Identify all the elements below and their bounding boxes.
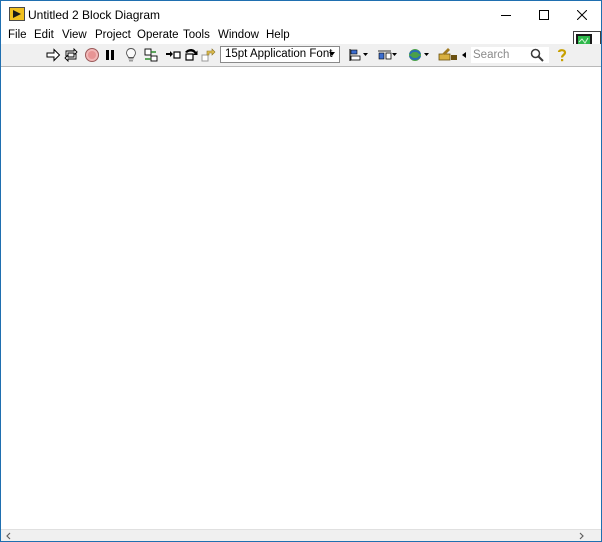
chevron-left-icon[interactable]: [460, 47, 468, 63]
menu-view[interactable]: View: [62, 29, 87, 41]
toolbar: 15pt Application Font: [1, 44, 601, 67]
labview-app-icon: [9, 7, 25, 21]
search-input[interactable]: [471, 47, 535, 63]
menu-edit[interactable]: Edit: [34, 29, 54, 41]
horizontal-scrollbar[interactable]: [1, 529, 601, 541]
menu-operate[interactable]: Operate: [137, 29, 179, 41]
close-icon: [577, 9, 587, 20]
minimize-button[interactable]: [487, 1, 525, 28]
align-objects-icon[interactable]: [348, 47, 370, 63]
menu-help[interactable]: Help: [266, 29, 290, 41]
scroll-left-icon[interactable]: [4, 532, 14, 540]
menu-file[interactable]: File: [8, 29, 27, 41]
menu-bar: File Edit View Project Operate Tools Win…: [1, 28, 601, 44]
menu-window[interactable]: Window: [218, 29, 259, 41]
minimize-icon: [501, 14, 511, 16]
search-box[interactable]: [471, 47, 549, 63]
help-icon[interactable]: [554, 47, 570, 63]
font-selector[interactable]: 15pt Application Font: [220, 46, 340, 63]
search-icon[interactable]: [530, 48, 544, 62]
pause-icon[interactable]: [102, 47, 118, 63]
clean-up-diagram-icon[interactable]: [438, 47, 458, 63]
window-title: Untitled 2 Block Diagram: [28, 8, 161, 22]
retain-wire-values-icon[interactable]: [143, 47, 159, 63]
title-bar[interactable]: Untitled 2 Block Diagram: [1, 1, 601, 28]
close-button[interactable]: [563, 1, 601, 28]
maximize-icon: [539, 9, 549, 20]
reorder-icon[interactable]: [407, 47, 431, 63]
abort-icon[interactable]: [84, 47, 100, 63]
run-continuously-icon[interactable]: [63, 47, 79, 63]
scroll-right-icon[interactable]: [576, 532, 586, 540]
font-selector-value: 15pt Application Font: [225, 48, 333, 60]
step-out-icon[interactable]: [201, 47, 217, 63]
step-into-icon[interactable]: [165, 47, 181, 63]
distribute-objects-icon[interactable]: [377, 47, 399, 63]
run-arrow-icon[interactable]: [45, 47, 61, 63]
block-diagram-canvas[interactable]: [1, 67, 601, 529]
chevron-down-icon: [329, 52, 335, 56]
maximize-button[interactable]: [525, 1, 563, 28]
menu-tools[interactable]: Tools: [183, 29, 210, 41]
menu-project[interactable]: Project: [95, 29, 131, 41]
step-over-icon[interactable]: [183, 47, 199, 63]
highlight-execution-icon[interactable]: [123, 47, 139, 63]
block-diagram-window: Untitled 2 Block Diagram File Edit View …: [0, 0, 602, 542]
